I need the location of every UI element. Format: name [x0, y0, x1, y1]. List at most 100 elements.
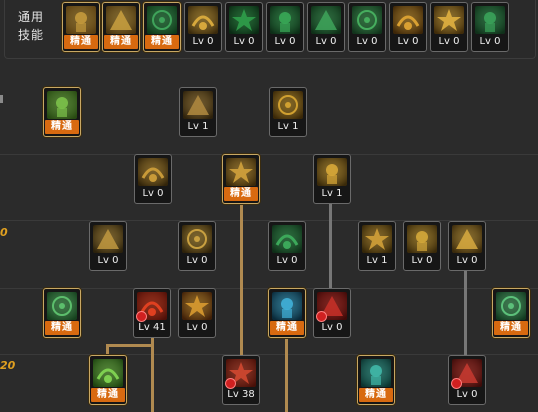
golden-push-icon: [407, 225, 437, 253]
golden-wings-icon: [188, 6, 218, 34]
common-skill-1[interactable]: 精通: [62, 2, 100, 52]
skill-level-label: Lv 0: [397, 36, 419, 47]
tree-skill-r2-a[interactable]: Lv 0: [134, 154, 172, 204]
tree-skill-r4-a[interactable]: 精通: [43, 288, 81, 338]
running-figure-icon: [147, 6, 177, 34]
common-skills-label-line1: 通用: [17, 10, 44, 24]
tree-skill-r4-f[interactable]: 精通: [492, 288, 530, 338]
skill-level-label: 精通: [91, 388, 125, 402]
skill-level-label: 精通: [45, 120, 79, 134]
swirl-figure-icon: [106, 6, 136, 34]
common-skill-9[interactable]: Lv 0: [389, 2, 427, 52]
tree-skill-r4-c[interactable]: Lv 0: [178, 288, 216, 338]
golden-burst-icon: [317, 158, 347, 186]
golden-slash-icon: [273, 91, 303, 119]
skill-level-label: 精通: [224, 187, 258, 201]
tree-skill-r3-a[interactable]: Lv 0: [89, 221, 127, 271]
tree-skill-r4-e[interactable]: Lv 0: [313, 288, 351, 338]
tree-connector: [285, 338, 288, 412]
skill-level-label: Lv 0: [233, 36, 255, 47]
tree-skill-r2-c[interactable]: Lv 1: [313, 154, 351, 204]
skill-level-label: Lv 0: [315, 36, 337, 47]
skill-level-label: Lv 0: [479, 36, 501, 47]
tree-skill-r1-b[interactable]: Lv 1: [179, 87, 217, 137]
common-skill-10[interactable]: Lv 0: [430, 2, 468, 52]
tree-skill-r4-d[interactable]: 精通: [268, 288, 306, 338]
skill-level-label: Lv 38: [227, 389, 255, 400]
skill-level-label: Lv 0: [456, 255, 478, 266]
skill-level-label: 精通: [104, 35, 138, 49]
green-figure-icon: [311, 6, 341, 34]
skill-level-label: Lv 0: [438, 36, 460, 47]
tree-skill-r1-a[interactable]: 精通: [43, 87, 81, 137]
tree-skill-r4-b[interactable]: Lv 41: [133, 288, 171, 338]
skill-level-label: 精通: [359, 388, 393, 402]
skill-level-label: Lv 41: [138, 322, 166, 333]
blue-star-icon: [272, 292, 302, 320]
golden-spark-icon: [93, 225, 123, 253]
skill-level-label: 精通: [270, 321, 304, 335]
tree-connector: [240, 203, 243, 356]
green-leap-icon: [475, 6, 505, 34]
golden-strike-icon: [452, 225, 482, 253]
common-skill-11[interactable]: Lv 0: [471, 2, 509, 52]
green-punch-icon: [352, 6, 382, 34]
common-skills-label-line2: 技能: [17, 28, 44, 42]
skill-level-label: Lv 0: [456, 389, 478, 400]
tree-skill-r3-f[interactable]: Lv 0: [448, 221, 486, 271]
tree-skill-r3-b[interactable]: Lv 0: [178, 221, 216, 271]
green-book-icon: [47, 91, 77, 119]
skill-level-label: Lv 0: [97, 255, 119, 266]
green-body-icon: [47, 292, 77, 320]
green-star-icon: [496, 292, 526, 320]
skill-level-label: Lv 0: [186, 322, 208, 333]
skill-level-label: Lv 1: [277, 121, 299, 132]
common-skill-6[interactable]: Lv 0: [266, 2, 304, 52]
green-arrow-icon: [93, 359, 123, 387]
golden-eye-icon: [393, 6, 423, 34]
golden-guard-icon: [226, 158, 256, 186]
tree-skill-r3-d[interactable]: Lv 1: [358, 221, 396, 271]
level-tick: [0, 95, 3, 103]
skill-level-label: Lv 0: [192, 36, 214, 47]
tree-connector: [106, 344, 154, 347]
skill-level-label: Lv 0: [356, 36, 378, 47]
common-skill-5[interactable]: Lv 0: [225, 2, 263, 52]
tree-connector: [151, 338, 154, 412]
tree-skill-r5-b[interactable]: Lv 38: [222, 355, 260, 405]
tree-skill-r5-c[interactable]: 精通: [357, 355, 395, 405]
skill-level-label: Lv 0: [276, 255, 298, 266]
tree-skill-r3-c[interactable]: Lv 0: [268, 221, 306, 271]
green-target-icon: [270, 6, 300, 34]
common-skill-2[interactable]: 精通: [102, 2, 140, 52]
reading-figure-icon: [66, 6, 96, 34]
skill-level-label: Lv 0: [411, 255, 433, 266]
golden-aura-icon: [434, 6, 464, 34]
tree-skill-r5-d[interactable]: Lv 0: [448, 355, 486, 405]
golden-stance-icon: [183, 91, 213, 119]
golden-flurry-icon: [362, 225, 392, 253]
tree-skill-r1-c[interactable]: Lv 1: [269, 87, 307, 137]
skill-level-label: 精通: [145, 35, 179, 49]
skill-level-label: Lv 0: [186, 255, 208, 266]
golden-kick-icon: [138, 158, 168, 186]
common-skill-8[interactable]: Lv 0: [348, 2, 386, 52]
tree-connector: [329, 203, 332, 289]
common-skill-3[interactable]: 精通: [143, 2, 181, 52]
tree-skill-r2-b[interactable]: 精通: [222, 154, 260, 204]
common-skill-7[interactable]: Lv 0: [307, 2, 345, 52]
tree-skill-r3-e[interactable]: Lv 0: [403, 221, 441, 271]
skill-level-label: 精通: [64, 35, 98, 49]
level-marker-20: 20: [0, 359, 16, 372]
skill-level-label: 精通: [45, 321, 79, 335]
golden-vortex-icon: [182, 292, 212, 320]
skill-level-label: 精通: [494, 321, 528, 335]
common-skill-4[interactable]: Lv 0: [184, 2, 222, 52]
golden-crescent-icon: [182, 225, 212, 253]
green-armor-icon: [272, 225, 302, 253]
level-marker-0: 0: [0, 226, 8, 239]
skill-level-label: Lv 0: [274, 36, 296, 47]
skill-level-label: Lv 1: [366, 255, 388, 266]
skill-level-label: Lv 1: [187, 121, 209, 132]
tree-skill-r5-a[interactable]: 精通: [89, 355, 127, 405]
